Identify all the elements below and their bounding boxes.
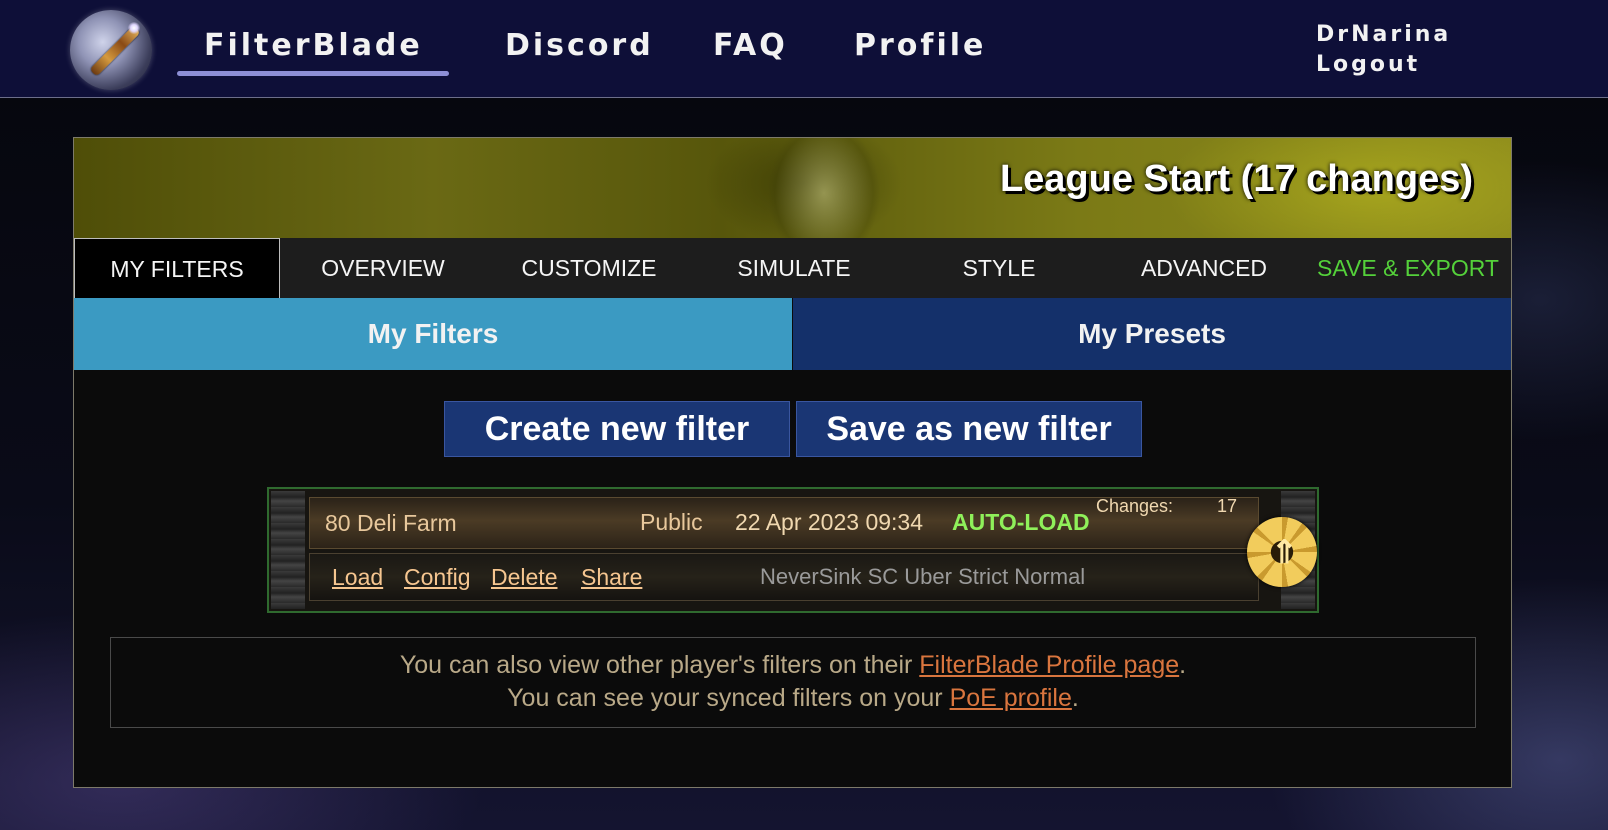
filter-card: 80 Deli Farm Public 22 Apr 2023 09:34 AU… <box>267 487 1319 613</box>
nav-filterblade[interactable]: FilterBlade <box>204 28 423 63</box>
banner-artwork <box>714 138 934 238</box>
info-line-2-text: You can see your synced filters on your <box>507 684 950 712</box>
main-tabs: MY FILTERS OVERVIEW CUSTOMIZE SIMULATE S… <box>74 238 1511 299</box>
gear-upgrade-icon[interactable]: ⇑ <box>1247 517 1317 587</box>
tab-customize[interactable]: CUSTOMIZE <box>486 238 692 298</box>
filter-autoload-badge: AUTO-LOAD <box>952 509 1090 535</box>
filter-changes-count: 17 <box>1217 496 1238 516</box>
info-line-2-period: . <box>1071 684 1079 712</box>
tab-save-export[interactable]: SAVE & EXPORT <box>1305 238 1511 298</box>
up-arrow-icon: ⇑ <box>1271 534 1298 570</box>
league-banner: League Start (17 changes) <box>74 138 1511 238</box>
nav-active-indicator <box>177 71 449 76</box>
filter-date: 22 Apr 2023 09:34 <box>735 509 923 535</box>
info-line-1: You can also view other player's filters… <box>111 649 1475 682</box>
create-new-filter-button[interactable]: Create new filter <box>444 401 790 457</box>
filterblade-profile-link[interactable]: FilterBlade Profile page <box>919 651 1179 679</box>
logo-sparkle <box>128 22 140 34</box>
info-line-1-period: . <box>1179 651 1187 679</box>
save-as-new-filter-button[interactable]: Save as new filter <box>796 401 1142 457</box>
tab-simulate[interactable]: SIMULATE <box>691 238 897 298</box>
filter-actions-row: Load Config Delete Share NeverSink SC Ub… <box>309 553 1259 601</box>
card-pillar-left <box>271 491 305 609</box>
filter-visibility: Public <box>640 509 703 535</box>
sub-tabs: My Filters My Presets <box>74 298 1511 370</box>
info-box: You can also view other player's filters… <box>110 637 1476 728</box>
main-panel: League Start (17 changes) MY FILTERS OVE… <box>73 137 1512 788</box>
filter-info-row: 80 Deli Farm Public 22 Apr 2023 09:34 AU… <box>309 496 1259 549</box>
tab-my-filters[interactable]: MY FILTERS <box>74 238 280 299</box>
tab-advanced[interactable]: ADVANCED <box>1101 238 1307 298</box>
filter-name: 80 Deli Farm <box>325 510 457 536</box>
subtab-my-presets[interactable]: My Presets <box>793 298 1511 370</box>
user-menu: DrNarina Logout <box>1316 20 1451 80</box>
nav-discord[interactable]: Discord <box>505 28 654 63</box>
tab-style[interactable]: STYLE <box>896 238 1102 298</box>
username-link[interactable]: DrNarina <box>1316 20 1451 50</box>
filterblade-logo-icon[interactable] <box>70 10 152 90</box>
info-line-1-text: You can also view other player's filters… <box>399 651 920 679</box>
filter-share-link[interactable]: Share <box>581 564 642 591</box>
filter-base-name: NeverSink SC Uber Strict Normal <box>760 564 1086 589</box>
info-line-2: You can see your synced filters on your … <box>111 682 1475 715</box>
filter-delete-link[interactable]: Delete <box>491 564 557 591</box>
nav-profile[interactable]: Profile <box>854 28 986 63</box>
banner-title: League Start (17 changes) <box>999 158 1473 200</box>
logout-link[interactable]: Logout <box>1316 50 1451 80</box>
poe-profile-link[interactable]: PoE profile <box>950 684 1072 712</box>
top-nav: FilterBlade Discord FAQ Profile DrNarina… <box>0 0 1608 98</box>
filter-load-link[interactable]: Load <box>332 564 383 591</box>
subtab-my-filters[interactable]: My Filters <box>74 298 792 370</box>
nav-faq[interactable]: FAQ <box>713 28 788 63</box>
filter-changes-label: Changes: <box>1096 496 1174 516</box>
tab-overview[interactable]: OVERVIEW <box>280 238 486 298</box>
filter-config-link[interactable]: Config <box>404 564 470 591</box>
